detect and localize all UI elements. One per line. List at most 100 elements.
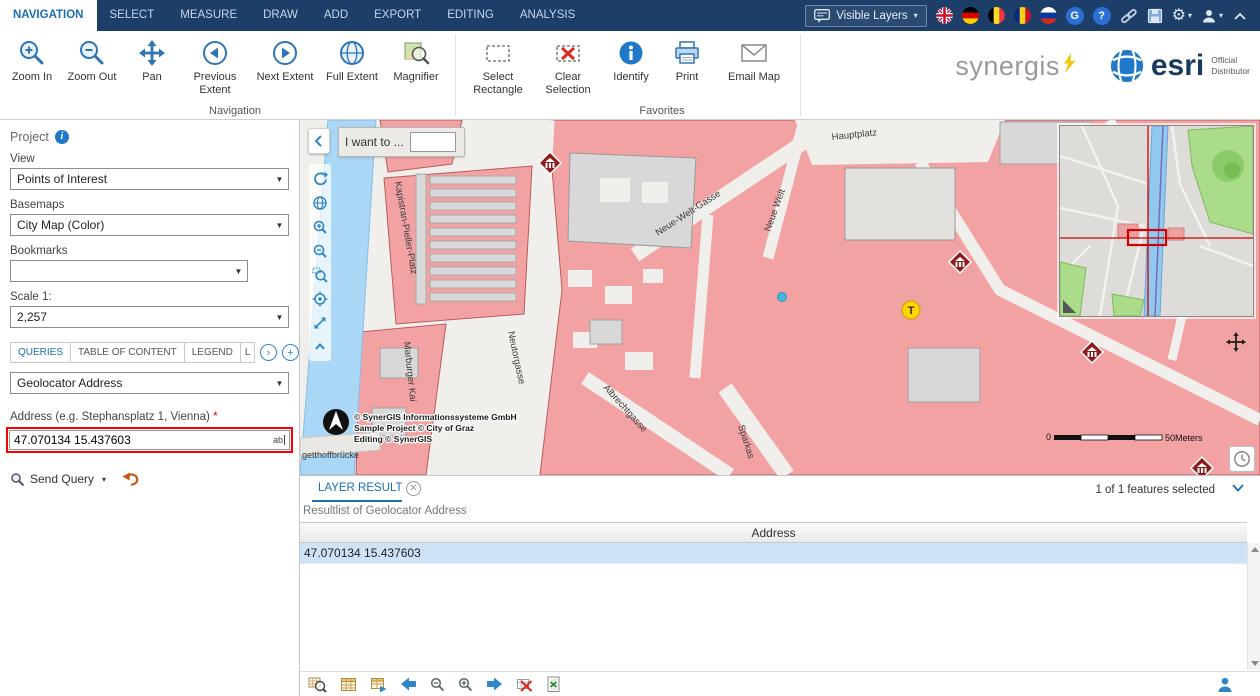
- tab-queries[interactable]: QUERIES: [10, 342, 71, 363]
- scale-label: Scale 1:: [10, 291, 289, 303]
- top-menu-bar: NAVIGATION SELECT MEASURE DRAW ADD EXPOR…: [0, 0, 1260, 31]
- previous-extent-button[interactable]: Previous Extent: [180, 31, 250, 96]
- undo-icon[interactable]: [122, 471, 140, 487]
- street-label: getthoffbrücke: [302, 450, 359, 460]
- zoom-out-icon: [77, 38, 107, 68]
- close-result-tab-icon[interactable]: ✕: [406, 481, 421, 496]
- move-map-icon[interactable]: [1226, 332, 1246, 352]
- previous-feature-button[interactable]: [400, 677, 417, 691]
- scroll-down-icon[interactable]: [1251, 661, 1259, 666]
- menu-tab-export[interactable]: EXPORT: [361, 0, 434, 31]
- center-map-button[interactable]: [310, 288, 330, 309]
- zoom-window-button[interactable]: [310, 264, 330, 285]
- globe-button[interactable]: [310, 192, 330, 213]
- transit-marker[interactable]: T: [902, 301, 920, 319]
- user-presence-icon[interactable]: [1216, 676, 1234, 693]
- menu-tab-analysis[interactable]: ANALYSIS: [507, 0, 588, 31]
- zoom-in-tool-button[interactable]: [310, 216, 330, 237]
- svg-text:T: T: [908, 305, 915, 317]
- table-add-button[interactable]: [370, 676, 387, 693]
- menu-tab-draw[interactable]: DRAW: [250, 0, 311, 31]
- select-rectangle-icon: [483, 38, 513, 68]
- tab-scroll-right-button[interactable]: ›: [260, 344, 277, 361]
- flag-belgium-icon[interactable]: [988, 7, 1005, 24]
- ribbon-separator: [800, 34, 801, 116]
- text-input-icon: ab: [273, 435, 285, 445]
- user-menu-icon[interactable]: ▾: [1201, 8, 1223, 24]
- email-map-button[interactable]: Email Map: [715, 31, 793, 84]
- collapse-toolbar-button[interactable]: [310, 336, 330, 357]
- scroll-up-icon[interactable]: [1251, 547, 1259, 552]
- menu-tab-measure[interactable]: MEASURE: [167, 0, 250, 31]
- column-header-address[interactable]: Address: [300, 522, 1247, 543]
- next-feature-button[interactable]: [486, 677, 503, 691]
- result-table: Address 47.070134 15.437603: [300, 522, 1247, 564]
- export-result-button[interactable]: [546, 676, 561, 693]
- g-globe-icon[interactable]: G: [1066, 7, 1084, 25]
- result-row[interactable]: 47.070134 15.437603: [300, 543, 1247, 564]
- menu-tab-editing[interactable]: EDITING: [434, 0, 507, 31]
- zoom-out-tool-button[interactable]: [310, 240, 330, 261]
- full-extent-button[interactable]: Full Extent: [320, 31, 384, 84]
- magnifier-button[interactable]: Magnifier: [384, 31, 448, 84]
- result-footer-toolbar: [300, 671, 1260, 696]
- select-rectangle-button[interactable]: Select Rectangle: [463, 31, 533, 96]
- zoom-in-results-button[interactable]: [458, 677, 473, 692]
- zoom-out-button[interactable]: Zoom Out: [60, 31, 124, 84]
- overview-map[interactable]: [1059, 125, 1254, 317]
- chevron-down-icon: ▼: [230, 267, 247, 276]
- menu-tab-select[interactable]: SELECT: [97, 0, 168, 31]
- basemaps-dropdown[interactable]: City Map (Color)▼: [10, 214, 289, 236]
- next-extent-button[interactable]: Next Extent: [250, 31, 320, 84]
- flag-russia-icon[interactable]: [1040, 7, 1057, 24]
- full-extent-tool-button[interactable]: [310, 312, 330, 333]
- zoom-out-results-button[interactable]: [430, 677, 445, 692]
- scale-dropdown[interactable]: 2,257▼: [10, 306, 289, 328]
- chevron-down-icon: ▾: [1219, 12, 1223, 20]
- save-icon[interactable]: [1147, 8, 1163, 24]
- query-type-dropdown[interactable]: Geolocator Address▼: [10, 372, 289, 394]
- i-want-to-label: I want to ...: [345, 135, 404, 149]
- layer-result-tab[interactable]: LAYER RESULT: [318, 482, 403, 494]
- menu-tab-add[interactable]: ADD: [311, 0, 361, 31]
- address-input[interactable]: [9, 430, 290, 450]
- print-button[interactable]: Print: [659, 31, 715, 84]
- result-point-marker[interactable]: [778, 293, 787, 302]
- zoom-to-selection-button[interactable]: [308, 675, 327, 693]
- flag-uk-icon[interactable]: [936, 7, 953, 24]
- layers-bubble-icon: [814, 9, 830, 23]
- zoom-out-icon: [312, 243, 328, 259]
- refresh-map-button[interactable]: [310, 168, 330, 189]
- clear-selection-button[interactable]: Clear Selection: [533, 31, 603, 96]
- collapse-panel-icon[interactable]: [1230, 482, 1246, 494]
- bookmarks-dropdown[interactable]: ▼: [10, 260, 248, 282]
- tab-add-button[interactable]: +: [282, 344, 299, 361]
- tab-legend[interactable]: LEGEND: [185, 342, 241, 363]
- zoom-in-button[interactable]: Zoom In: [4, 31, 60, 84]
- collapse-sidebar-button[interactable]: [308, 128, 330, 154]
- flag-romania-icon[interactable]: [1014, 7, 1031, 24]
- flag-germany-icon[interactable]: [962, 7, 979, 24]
- settings-gear-icon[interactable]: ⚙▾: [1172, 8, 1192, 24]
- collapse-ribbon-icon[interactable]: [1232, 11, 1248, 21]
- tab-table-of-content[interactable]: TABLE OF CONTENT: [71, 342, 185, 363]
- send-query-button[interactable]: Send Query ▾: [10, 472, 106, 487]
- view-label: View: [10, 153, 289, 165]
- pan-button[interactable]: Pan: [124, 31, 180, 84]
- ribbon-separator: [455, 34, 456, 116]
- view-dropdown[interactable]: Points of Interest▼: [10, 168, 289, 190]
- identify-button[interactable]: Identify: [603, 31, 659, 84]
- menu-tab-navigation[interactable]: NAVIGATION: [0, 0, 97, 31]
- clear-result-button[interactable]: [516, 676, 533, 693]
- help-icon[interactable]: ?: [1093, 7, 1111, 25]
- link-icon[interactable]: [1120, 7, 1138, 25]
- attribute-table-button[interactable]: [340, 676, 357, 693]
- info-icon[interactable]: i: [55, 130, 69, 144]
- pan-icon: [137, 38, 167, 68]
- results-scrollbar[interactable]: [1247, 543, 1260, 670]
- chevron-down-icon: ▼: [271, 221, 288, 230]
- tab-cut-off[interactable]: L: [241, 342, 255, 363]
- history-clock-icon[interactable]: [1229, 446, 1255, 472]
- visible-layers-button[interactable]: Visible Layers ▾: [805, 5, 926, 27]
- i-want-to-input[interactable]: [410, 132, 456, 152]
